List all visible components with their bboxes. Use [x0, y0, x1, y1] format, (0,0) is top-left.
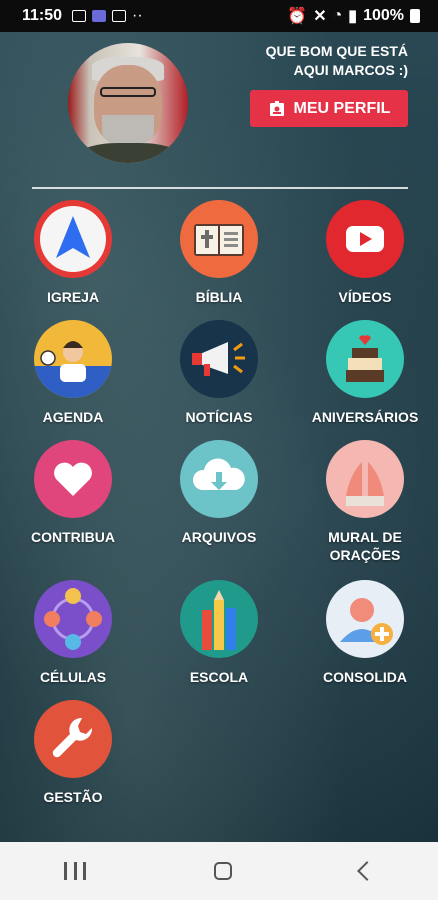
profile-button[interactable]: MEU PERFIL — [250, 90, 408, 127]
play-video-icon — [326, 200, 404, 278]
praying-hands-icon — [326, 440, 404, 518]
greeting-line1: QUE BOM QUE ESTÁ — [265, 43, 408, 59]
wrench-icon — [34, 700, 112, 778]
menu-label: CÉLULAS — [39, 669, 107, 685]
screen-icon — [72, 10, 87, 22]
add-user-icon — [326, 580, 404, 658]
menu-label-line2: ORAÇÕES — [329, 547, 401, 563]
menu-label: AGENDA — [42, 409, 104, 425]
home-button[interactable] — [214, 862, 232, 880]
birthday-cake-icon — [326, 320, 404, 398]
avatar-glasses — [100, 87, 156, 97]
menu-item-mural-de-oracoes[interactable]: MURAL DE ORAÇÕES — [295, 440, 435, 564]
menu-label: ARQUIVOS — [181, 529, 257, 545]
status-bar: 11:50 ·· ⏰ ✕ ◔ ▮ 100% — [0, 0, 438, 32]
divider — [32, 187, 408, 189]
battery-percent: 100% — [363, 7, 404, 24]
alarm-icon: ⏰ — [287, 8, 308, 25]
menu-label: CONSOLIDA — [323, 669, 407, 685]
wifi-icon: ◔ — [332, 7, 343, 24]
more-dots-icon: ·· — [132, 7, 143, 24]
menu-item-celulas[interactable]: CÉLULAS — [3, 580, 143, 686]
menu-item-gestao[interactable]: GESTÃO — [3, 700, 143, 806]
signal-icon: ▮ — [348, 8, 358, 25]
recent-apps-button[interactable] — [64, 862, 86, 880]
menu-item-escola[interactable]: ESCOLA — [149, 580, 289, 686]
menu-label: VÍDEOS — [338, 289, 392, 305]
menu-item-aniversarios[interactable]: ANIVERSÁRIOS — [295, 320, 435, 426]
bible-book-icon — [180, 200, 258, 278]
system-nav-bar — [0, 842, 438, 900]
menu-item-consolida[interactable]: CONSOLIDA — [295, 580, 435, 686]
back-button[interactable] — [357, 861, 377, 881]
menu-label: IGREJA — [46, 289, 100, 305]
menu-item-biblia[interactable]: BÍBLIA — [149, 200, 289, 306]
menu-label: MURAL DE ORAÇÕES — [295, 528, 435, 564]
group-people-icon — [34, 580, 112, 658]
profile-button-label: MEU PERFIL — [293, 99, 391, 117]
menu-item-agenda[interactable]: AGENDA — [3, 320, 143, 426]
menu-label: BÍBLIA — [195, 289, 243, 305]
menu-label: NOTÍCIAS — [185, 409, 253, 425]
greeting: QUE BOM QUE ESTÁ AQUI MARCOS :) — [228, 42, 408, 80]
status-right: ⏰ ✕ ◔ ▮ 100% — [287, 6, 420, 26]
megaphone-icon — [180, 320, 258, 398]
notification-icons: ·· — [72, 7, 143, 25]
cloud-download-icon — [180, 440, 258, 518]
pencils-icon — [180, 580, 258, 658]
battery-icon — [410, 9, 420, 23]
menu-label: GESTÃO — [43, 789, 103, 805]
menu-label: ESCOLA — [189, 669, 249, 685]
heart-icon — [34, 440, 112, 518]
menu-item-videos[interactable]: VÍDEOS — [295, 200, 435, 306]
menu-label-line1: MURAL DE — [328, 529, 402, 545]
menu-item-contribua[interactable]: CONTRIBUA — [3, 440, 143, 546]
menu-label: ANIVERSÁRIOS — [311, 409, 419, 425]
status-time: 11:50 — [22, 7, 63, 24]
menu-item-igreja[interactable]: IGREJA — [3, 200, 143, 306]
calendar-person-icon — [34, 320, 112, 398]
menu-label: CONTRIBUA — [31, 529, 115, 545]
avatar-beard — [102, 115, 154, 145]
avatar-shirt — [74, 143, 184, 163]
menu-item-arquivos[interactable]: ARQUIVOS — [149, 440, 289, 546]
menu-item-noticias[interactable]: NOTÍCIAS — [149, 320, 289, 426]
navigation-arrow-icon — [34, 200, 112, 278]
avatar[interactable] — [68, 43, 188, 163]
mute-icon: ✕ — [313, 8, 327, 25]
app-notification-icon — [92, 10, 107, 22]
notification-icon — [112, 10, 127, 22]
greeting-line2: AQUI MARCOS :) — [293, 62, 408, 78]
id-badge-icon — [269, 100, 284, 116]
